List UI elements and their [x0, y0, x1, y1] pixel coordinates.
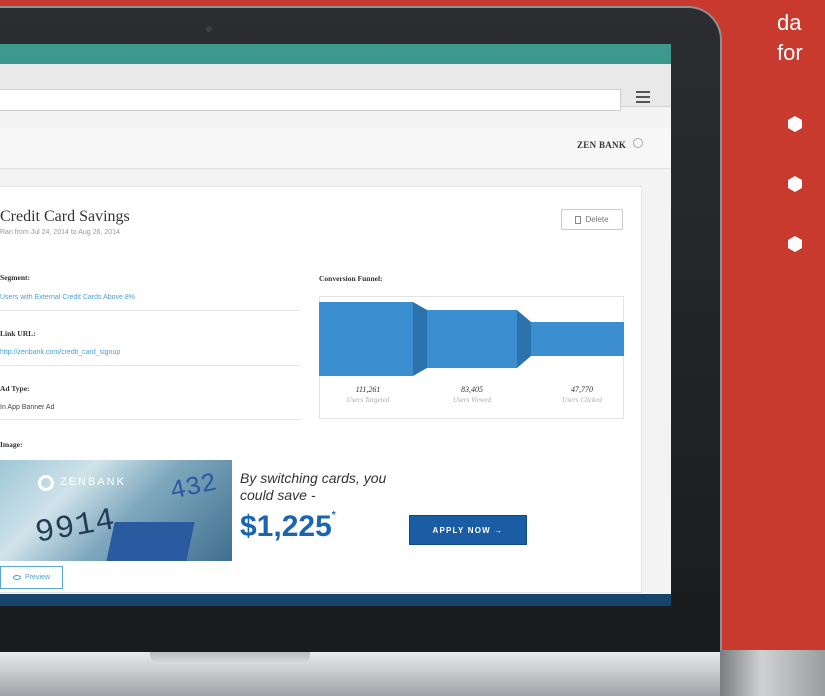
brand-name[interactable]: ZEN BANK	[577, 140, 626, 150]
card-number: 9914	[32, 501, 119, 552]
preview-label: Preview	[25, 574, 50, 581]
divider	[0, 310, 300, 311]
card-stripe	[105, 522, 195, 561]
browser-toolbar	[0, 64, 671, 111]
funnel-stage-targeted	[319, 302, 413, 376]
conversion-funnel-label: Conversion Funnel:	[319, 274, 383, 283]
laptop-base-edge	[720, 650, 825, 696]
delete-button[interactable]: Delete	[561, 209, 623, 230]
banner-copy: By switching cards, you could save -	[240, 470, 387, 503]
divider	[0, 365, 300, 366]
apply-now-button[interactable]: APPLY NOW →	[409, 515, 527, 545]
banner-amount: $1,225*	[240, 510, 336, 544]
ad-type-label: Ad Type:	[0, 384, 30, 393]
side-text-line-1: da	[777, 10, 802, 35]
address-bar[interactable]	[0, 89, 621, 111]
credit-card-image: ZENBANK 9914 432	[0, 460, 232, 561]
banner-amount-mark: *	[331, 510, 336, 521]
laptop-notch	[150, 652, 310, 664]
zenbank-logo-icon	[38, 475, 54, 491]
hexagon-bullet-icon	[788, 176, 802, 192]
image-label: Image:	[0, 440, 23, 449]
funnel-caption-viewed: Users Viewed	[452, 396, 492, 404]
campaign-dates: Ran from Jul 24, 2014 to Aug 26, 2014	[0, 229, 120, 236]
funnel-connector	[517, 310, 531, 368]
eye-icon	[13, 575, 22, 580]
funnel-connector	[413, 302, 427, 376]
banner-amount-value: $1,225	[240, 510, 332, 543]
segment-label: Segment:	[0, 273, 30, 282]
funnel-caption-targeted: Users Targeted	[346, 396, 390, 404]
funnel-stage-viewed	[427, 310, 517, 368]
trash-icon	[575, 215, 582, 224]
hexagon-bullet-icon	[788, 116, 802, 132]
funnel-stat-clicked: 47,770	[571, 385, 593, 394]
app-header	[0, 128, 671, 169]
hexagon-bullet-icon	[788, 236, 802, 252]
ad-banner-image: ZENBANK 9914 432 By switching cards, you…	[0, 460, 543, 561]
campaign-title: Credit Card Savings	[0, 208, 130, 225]
delete-label: Delete	[585, 215, 609, 224]
gear-icon[interactable]	[633, 138, 643, 148]
funnel-stat-viewed: 83,405	[461, 385, 483, 394]
card-number-partial: 432	[167, 467, 220, 507]
divider	[0, 419, 300, 420]
hamburger-menu-icon[interactable]	[636, 91, 650, 103]
card-brand: ZENBANK	[60, 476, 126, 488]
preview-button[interactable]: Preview	[0, 566, 63, 589]
laptop-base	[0, 652, 825, 696]
camera-icon	[206, 26, 212, 32]
segment-value[interactable]: Users with External Credit Cards Above 8…	[0, 294, 135, 301]
conversion-funnel-graphic	[319, 302, 624, 376]
ad-type-value: In App Banner Ad	[0, 404, 55, 411]
funnel-stage-clicked	[531, 322, 624, 356]
link-url-label: Link URL:	[0, 329, 36, 338]
funnel-stat-targeted: 111,261	[355, 385, 381, 394]
side-text: da for	[777, 8, 803, 68]
funnel-caption-clicked: Users Clicked	[562, 396, 602, 404]
side-text-line-2: for	[777, 40, 803, 65]
link-url-value[interactable]: http://zenbank.com/credit_card_signup	[0, 349, 120, 356]
